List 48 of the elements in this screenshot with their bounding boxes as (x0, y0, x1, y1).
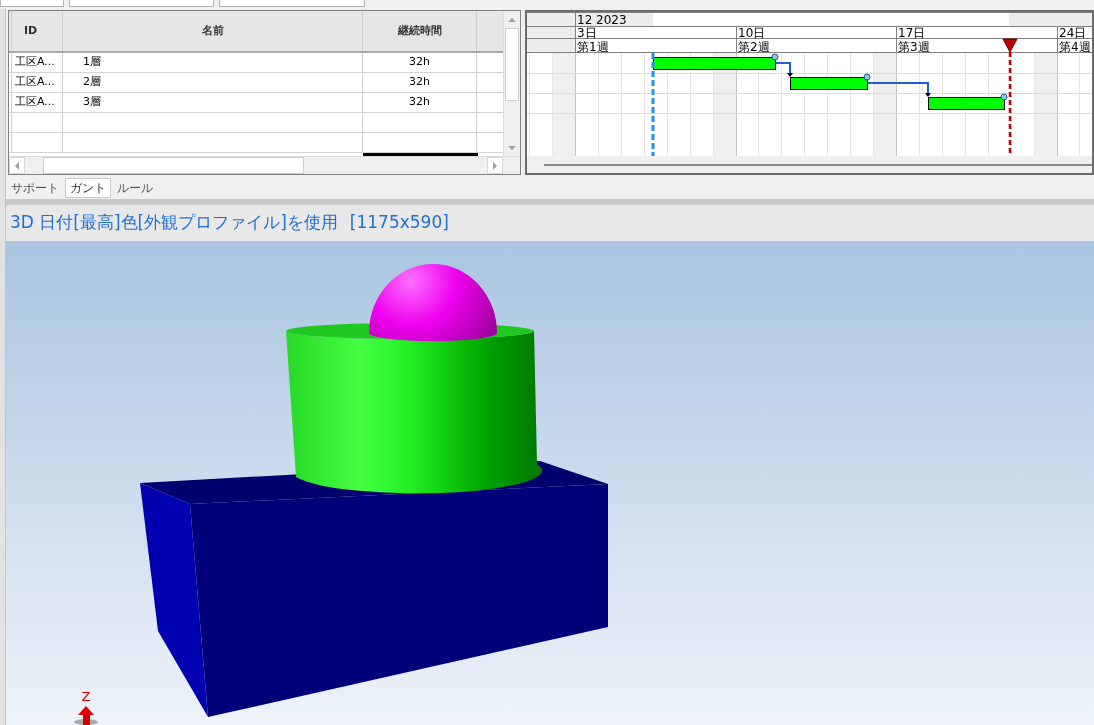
task-bar[interactable] (928, 97, 1005, 110)
triangle-up-icon (508, 16, 516, 23)
day-label: 10日 (738, 26, 766, 40)
table-cell: 工区A... (12, 53, 63, 72)
axis-arrow-icon (74, 706, 98, 725)
scrollbar-thumb[interactable] (505, 28, 519, 101)
dependency-arrow (866, 82, 931, 97)
column-header[interactable]: ID (12, 11, 63, 51)
day-label: 3日 (577, 26, 597, 40)
month-label: 12 2023 (577, 13, 627, 27)
input-field[interactable] (69, 0, 214, 7)
week-label: 第4週 (1059, 40, 1091, 54)
task-bar[interactable] (653, 57, 776, 70)
viewport-title: 3D 日付[最高]色[外観プロファイル]を使用 (10, 211, 338, 235)
axis-label: Z (81, 689, 91, 704)
day-label: 17日 (898, 26, 926, 40)
table-cell: 3層 (63, 93, 363, 112)
circle-handle-icon[interactable] (771, 53, 779, 61)
day-label: 24日 (1059, 26, 1087, 40)
input-field[interactable] (0, 0, 64, 7)
input-field[interactable] (219, 0, 365, 7)
task-bar[interactable] (790, 77, 868, 90)
tab[interactable]: ルール (114, 178, 156, 198)
scroll-left-button[interactable] (9, 157, 25, 174)
table-cell: 32h (363, 93, 477, 112)
viewport-size: [1175x590] (349, 211, 449, 235)
table-cell: 工区A... (12, 73, 63, 92)
scroll-right-button[interactable] (487, 157, 503, 174)
table-cell: 1層 (63, 53, 363, 72)
circle-handle-icon[interactable] (863, 73, 871, 81)
table-cell: 2層 (63, 73, 363, 92)
column-header[interactable]: 名前 (63, 11, 363, 51)
scrollbar-thumb[interactable] (43, 157, 304, 174)
triangle-right-icon (492, 161, 498, 170)
column-header[interactable]: 継続時間 (363, 11, 477, 51)
week-label: 第3週 (898, 40, 930, 54)
tab[interactable]: サポート (8, 178, 62, 198)
circle-handle-icon[interactable] (1000, 93, 1008, 101)
table-cell: 32h (363, 53, 477, 72)
tab[interactable]: ガント (65, 178, 111, 198)
scrollbar-thumb[interactable] (544, 164, 1092, 166)
week-label: 第2週 (738, 40, 770, 54)
triangle-down-icon (508, 144, 516, 151)
table-cell: 32h (363, 73, 477, 92)
week-label: 第1週 (577, 40, 609, 54)
dependency-arrow (774, 62, 793, 77)
triangle-left-icon (14, 161, 20, 170)
table-cell: 工区A... (12, 93, 63, 112)
